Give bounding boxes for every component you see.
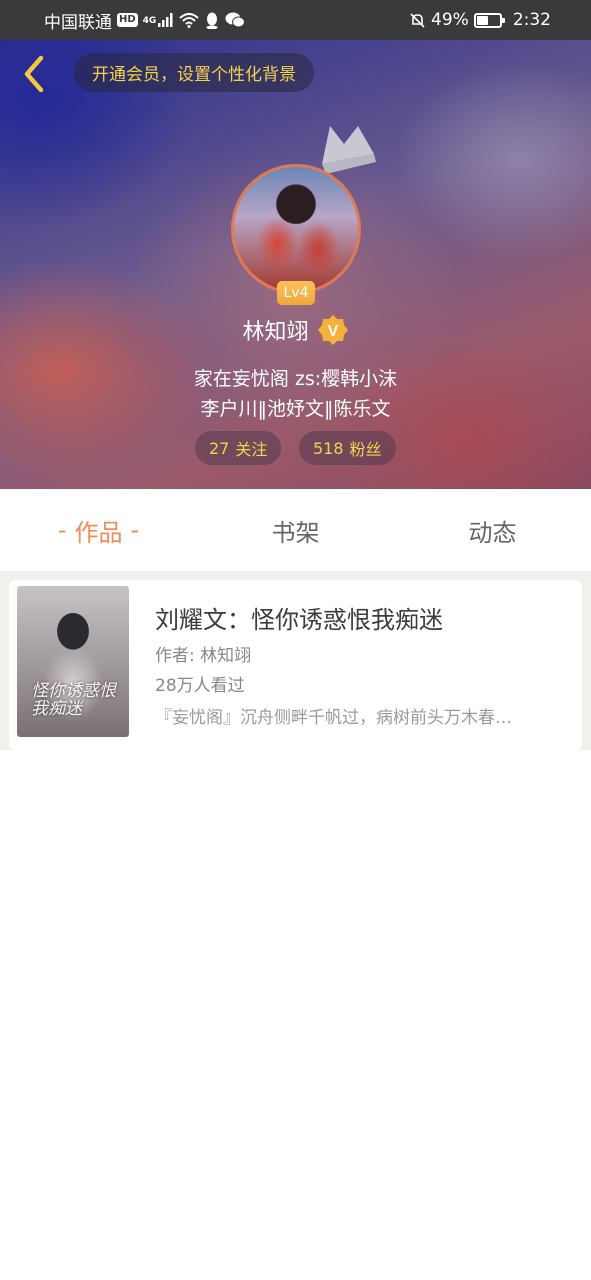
wifi-icon (179, 12, 199, 28)
profile-tabs: - 作品 - 书架 动态 (0, 489, 591, 571)
fans-count-button[interactable]: 518 粉丝 (299, 431, 396, 465)
book-description: 『妄忧阁』沉舟侧畔千帆过，病树前头万木春… (155, 708, 512, 728)
avatar-image (231, 164, 361, 294)
verified-badge-icon: V (317, 315, 348, 345)
works-list: 怪你诱惑恨我痴迷 刘耀文：怪你诱惑恨我痴迷 作者: 林知翊 28万人看过 『妄忧… (0, 580, 591, 750)
book-views: 28万人看过 (155, 676, 245, 696)
book-cover: 怪你诱惑恨我痴迷 (17, 586, 129, 737)
status-bar: 中国联通 HD 4G 49% 2:32 (0, 0, 591, 40)
tab-active-dash-right: - (130, 516, 140, 544)
network-label: 4G (142, 15, 157, 26)
status-bar-right: 49% 2:32 (409, 10, 551, 30)
bio-line-1: 家在妄忧阁 zs:樱韩小沫 (193, 368, 398, 390)
tab-bookshelf[interactable]: 书架 (197, 489, 394, 571)
tab-activity-label: 动态 (468, 518, 517, 547)
signal-icon (158, 13, 173, 27)
level-badge: Lv4 (277, 281, 315, 305)
avatar[interactable] (231, 164, 361, 294)
follow-count: 27 (209, 438, 230, 458)
mute-bell-icon (410, 12, 425, 28)
username-row: 林知翊 V (0, 314, 591, 346)
qq-icon (206, 12, 219, 29)
list-item[interactable]: 怪你诱惑恨我痴迷 刘耀文：怪你诱惑恨我痴迷 作者: 林知翊 28万人看过 『妄忧… (9, 580, 582, 750)
book-cover-title: 怪你诱惑恨我痴迷 (31, 681, 116, 719)
fans-label: 粉丝 (349, 440, 382, 459)
tab-activity[interactable]: 动态 (394, 489, 591, 571)
tab-works[interactable]: - 作品 - (0, 489, 197, 571)
carrier-label: 中国联通 (44, 12, 112, 33)
tab-bookshelf-label: 书架 (271, 518, 320, 547)
battery-fill (476, 15, 488, 25)
wechat-icon (225, 12, 246, 28)
username: 林知翊 (242, 320, 309, 345)
tab-active-dash-left: - (57, 516, 67, 544)
clock: 2:32 (512, 10, 551, 30)
follow-label: 关注 (235, 440, 268, 459)
battery-percent: 49% (431, 10, 469, 30)
hd-badge: HD (117, 13, 138, 27)
bio-line-2: 李户川‖池妤文‖陈乐文 (200, 398, 391, 420)
follow-count-button[interactable]: 27 关注 (195, 431, 282, 465)
tab-works-label: 作品 (74, 518, 123, 547)
status-bar-left: 中国联通 HD 4G (44, 8, 246, 33)
section-divider (0, 571, 591, 580)
chevron-left-icon (24, 55, 44, 93)
book-author: 作者: 林知翊 (155, 646, 252, 666)
vip-background-banner[interactable]: 开通会员，设置个性化背景 (74, 53, 314, 92)
back-button[interactable] (14, 54, 54, 94)
verified-badge-label: V (327, 323, 338, 340)
profile-header: 开通会员，设置个性化背景 Lv4 林知翊 V 家在妄忧阁 zs:樱韩小沫 李户川… (0, 40, 591, 489)
book-title: 刘耀文：怪你诱惑恨我痴迷 (155, 606, 443, 634)
fans-count: 518 (313, 438, 344, 458)
battery-icon (473, 12, 505, 28)
